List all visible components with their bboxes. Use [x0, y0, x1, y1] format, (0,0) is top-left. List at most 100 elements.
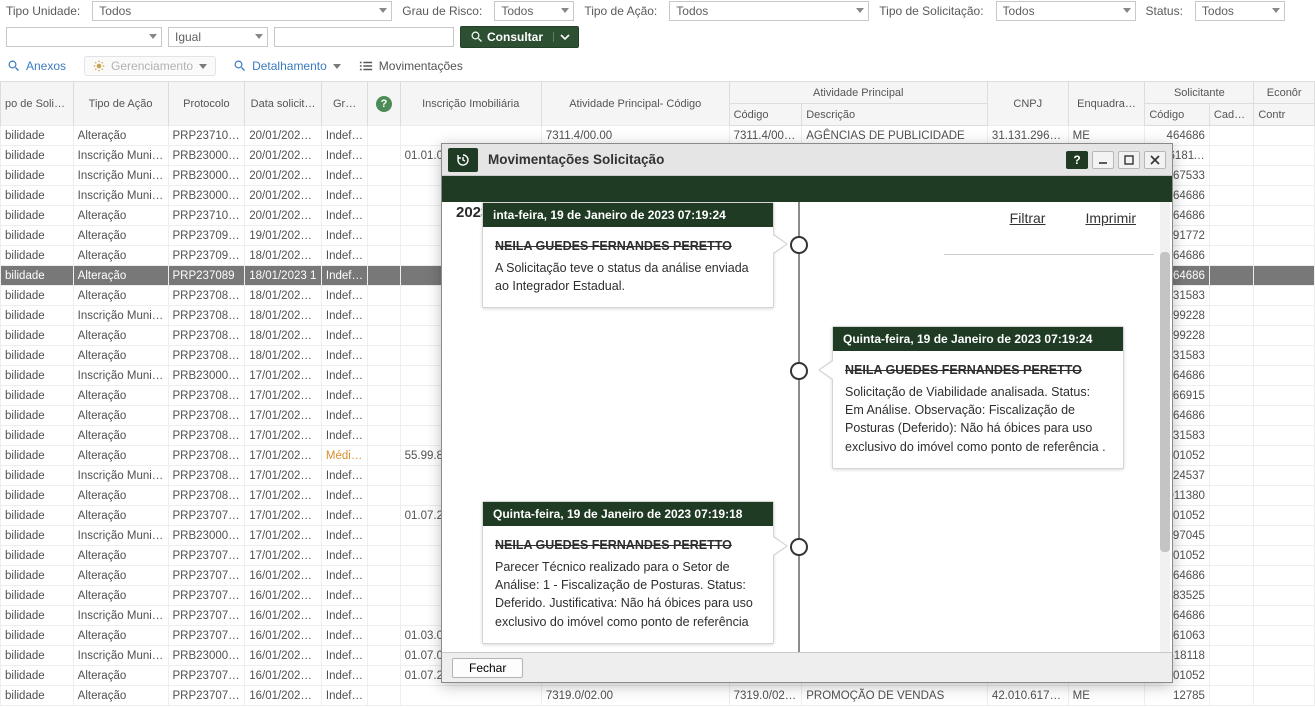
col-desc[interactable]: Descrição — [802, 104, 988, 126]
col-atividade-cod[interactable]: Atividade Principal- Código — [541, 82, 729, 126]
col-data[interactable]: Data solicit… — [245, 82, 322, 126]
table-cell — [1209, 266, 1253, 286]
timeline-card: Quinta-feira, 19 de Janeiro de 2023 07:1… — [832, 326, 1124, 469]
sel-grau-risco[interactable]: Todos — [494, 1, 574, 21]
table-row[interactable]: bilidadeAlteraçãoPRP237073…16/01/2023 1…… — [1, 686, 1315, 706]
table-cell: Indefinido — [321, 146, 367, 166]
table-cell — [1254, 486, 1315, 506]
table-cell — [1254, 246, 1315, 266]
table-cell — [400, 686, 541, 706]
sel-status[interactable]: Todos — [1195, 1, 1285, 21]
table-cell: PRP237080… — [168, 466, 245, 486]
table-cell: 20/01/2023 0… — [245, 166, 322, 186]
grp-atividade[interactable]: Atividade Principal — [729, 82, 987, 104]
col-enq[interactable]: Enquadra… — [1068, 82, 1145, 126]
table-cell: 7319.0/02.00 — [729, 686, 802, 706]
tab-movimentacoes[interactable]: Movimentações — [359, 59, 463, 73]
timeline-card: inta-feira, 19 de Janeiro de 2023 07:19:… — [482, 202, 774, 308]
table-cell — [1254, 146, 1315, 166]
sel-op[interactable]: Igual — [168, 27, 268, 47]
lbl-status: Status: — [1146, 4, 1183, 18]
table-cell — [1209, 686, 1253, 706]
table-cell: PRP237089… — [168, 286, 245, 306]
col-grau[interactable]: Gr… — [321, 82, 367, 126]
list-icon — [359, 60, 373, 72]
table-cell — [368, 466, 400, 486]
table-cell: bilidade — [1, 346, 74, 366]
close-button[interactable] — [1144, 151, 1166, 169]
col-protocolo[interactable]: Protocolo — [168, 82, 245, 126]
tab-detalhamento[interactable]: Detalhamento — [234, 59, 341, 73]
col-cnpj[interactable]: CNPJ — [987, 82, 1068, 126]
filter-bar-2: Igual Consultar — [0, 22, 1315, 52]
tab-gerenciamento[interactable]: Gerenciamento — [84, 56, 216, 76]
actions-divider — [944, 254, 1154, 255]
consultar-chevron[interactable] — [553, 32, 576, 42]
input-value[interactable] — [274, 27, 454, 47]
table-cell — [368, 386, 400, 406]
sel-tipo-solic[interactable]: Todos — [996, 1, 1136, 21]
table-cell: Indefinido — [321, 226, 367, 246]
table-cell — [1254, 346, 1315, 366]
col-scod[interactable]: Código — [1145, 104, 1210, 126]
table-cell: Alteração — [73, 666, 168, 686]
lbl-tipo-acao: Tipo de Ação: — [584, 4, 657, 18]
col-tipo-acao[interactable]: Tipo de Ação — [73, 82, 168, 126]
table-cell: PRP237079… — [168, 546, 245, 566]
card-arrow — [774, 536, 788, 556]
consultar-button[interactable]: Consultar — [460, 26, 579, 48]
table-cell — [1254, 646, 1315, 666]
sel-tipo-unidade[interactable]: Todos — [92, 1, 392, 21]
table-cell: PRP237092… — [168, 246, 245, 266]
col-contr[interactable]: Contr — [1254, 104, 1315, 126]
table-cell: Indefinido — [321, 386, 367, 406]
minimize-button[interactable] — [1092, 151, 1114, 169]
timeline-node — [790, 236, 808, 254]
table-cell: Alteração — [73, 546, 168, 566]
info-icon[interactable]: ? — [376, 96, 392, 112]
chevron-down-icon — [199, 64, 207, 69]
table-cell: ME — [1068, 686, 1145, 706]
table-cell — [368, 346, 400, 366]
table-cell: PROMOÇÃO DE VENDAS — [802, 686, 988, 706]
table-cell — [368, 146, 400, 166]
timeline-header-bar — [442, 176, 1172, 202]
col-cad[interactable]: Cad… — [1209, 104, 1253, 126]
table-cell: bilidade — [1, 146, 74, 166]
sel-tipo-acao[interactable]: Todos — [669, 1, 869, 21]
table-cell — [1254, 266, 1315, 286]
col-info[interactable]: ? — [368, 82, 400, 126]
card-header: Quinta-feira, 19 de Janeiro de 2023 07:1… — [833, 327, 1123, 351]
modal-scrollbar[interactable] — [1160, 202, 1170, 652]
card-author: NEILA GUEDES FERNANDES PERETTO — [845, 361, 1111, 379]
grp-solic[interactable]: Solicitante — [1145, 82, 1254, 104]
sel-field[interactable] — [6, 27, 162, 47]
imprimir-link[interactable]: Imprimir — [1085, 210, 1136, 226]
table-cell: PRP237101… — [168, 126, 245, 146]
scrollbar-thumb[interactable] — [1160, 252, 1170, 552]
table-cell: bilidade — [1, 626, 74, 646]
table-cell: Indefinido — [321, 646, 367, 666]
table-cell: Alteração — [73, 626, 168, 646]
grp-econ[interactable]: Econôr — [1254, 82, 1315, 104]
table-cell — [1209, 206, 1253, 226]
table-cell: 19/01/2023 1… — [245, 226, 322, 246]
table-cell: PRP237085… — [168, 386, 245, 406]
table-cell: PRP237082… — [168, 426, 245, 446]
table-cell: bilidade — [1, 646, 74, 666]
col-tipo-solic[interactable]: po de Solici… — [1, 82, 74, 126]
table-cell: PRP237078… — [168, 566, 245, 586]
table-cell: 17/01/2023 1… — [245, 386, 322, 406]
table-cell: 20/01/2023 0… — [245, 206, 322, 226]
table-cell — [368, 286, 400, 306]
filtrar-link[interactable]: Filtrar — [1010, 210, 1046, 226]
fechar-button[interactable]: Fechar — [452, 658, 523, 678]
help-button[interactable]: ? — [1066, 151, 1088, 169]
table-cell — [1254, 286, 1315, 306]
table-cell: Indefinido — [321, 266, 367, 286]
table-cell — [1254, 126, 1315, 146]
col-codigo[interactable]: Código — [729, 104, 802, 126]
tab-anexos[interactable]: Anexos — [8, 59, 66, 73]
col-inscricao[interactable]: Inscrição Imobiliária — [400, 82, 541, 126]
maximize-button[interactable] — [1118, 151, 1140, 169]
